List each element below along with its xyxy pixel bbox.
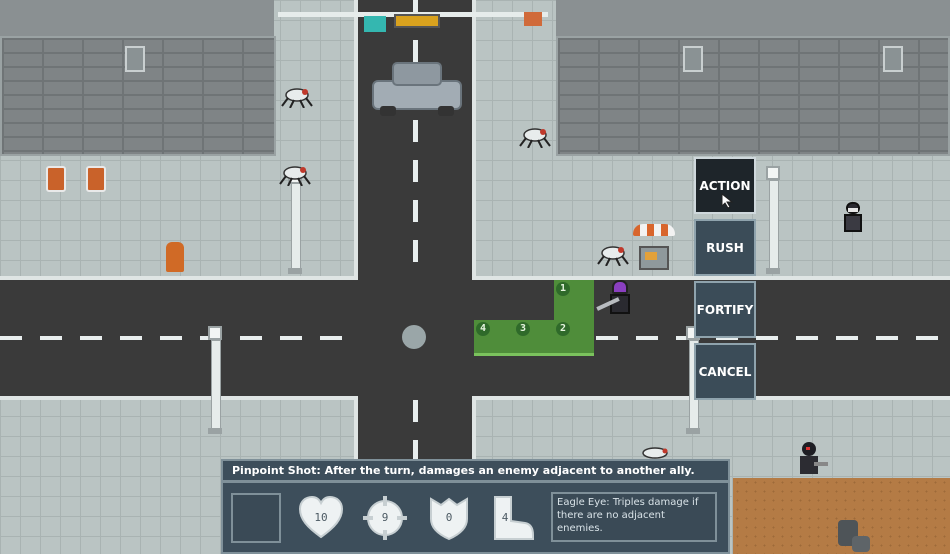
hero-sniper-unit[interactable] — [596, 278, 636, 320]
lane-marking — [0, 336, 358, 340]
fortify-button-label: FORTIFY — [696, 302, 754, 317]
armor-value: 0 — [445, 511, 453, 524]
robot-bug-enemy[interactable] — [278, 164, 312, 186]
trash-can — [46, 166, 66, 192]
hanging-cloth-icon — [524, 12, 542, 26]
unit-portrait-slot[interactable] — [231, 493, 281, 543]
movement-tile-number[interactable]: 4 — [476, 322, 490, 336]
street-lamp — [769, 180, 779, 272]
street-lamp — [766, 268, 780, 274]
wall-vent — [125, 46, 145, 72]
street-lamp — [686, 428, 700, 434]
movement-tile[interactable] — [474, 320, 594, 356]
street-lamp — [288, 268, 302, 274]
street-lamp — [766, 166, 780, 180]
ability-description-bar: Pinpoint Shot: After the turn, damages a… — [221, 459, 730, 482]
accuracy-stat: 9 — [361, 493, 409, 543]
curb — [354, 0, 358, 280]
robot-bug-enemy[interactable] — [280, 86, 314, 108]
street-lamp — [208, 428, 222, 434]
food-cart — [633, 224, 675, 276]
movement-range[interactable]: 1 2 3 4 — [474, 280, 594, 356]
hanging-shirt-icon — [364, 16, 386, 32]
mouse-cursor-icon — [721, 193, 734, 209]
movement-tile-number[interactable]: 2 — [556, 322, 570, 336]
rush-button-label: RUSH — [706, 240, 744, 255]
manhole-icon — [402, 325, 426, 349]
street-lamp — [208, 326, 222, 340]
wall-vent — [883, 46, 903, 72]
movement-tile-number[interactable]: 1 — [556, 282, 570, 296]
lane-marking — [413, 0, 418, 280]
curb — [0, 276, 358, 280]
action-button-label: ACTION — [699, 178, 751, 193]
fire-hydrant-icon — [166, 242, 184, 272]
parked-car — [372, 62, 462, 117]
passive-text: Eagle Eye: Triples damage if there are n… — [557, 497, 699, 534]
cancel-button[interactable]: CANCEL — [694, 343, 756, 400]
tire-pile-icon — [852, 536, 870, 552]
ally-unit[interactable] — [796, 440, 828, 476]
trash-can — [86, 166, 106, 192]
robot-bug-enemy[interactable] — [596, 244, 630, 266]
ally-unit[interactable] — [838, 200, 866, 236]
traffic-light-icon — [394, 14, 440, 28]
cancel-button-label: CANCEL — [698, 364, 752, 379]
movement-stat: 4 — [487, 493, 535, 543]
movement-tile-number[interactable]: 3 — [516, 322, 530, 336]
street-lamp — [211, 340, 221, 430]
curb — [472, 0, 476, 280]
passive-description-box: Eagle Eye: Triples damage if there are n… — [551, 492, 717, 542]
wall-vent — [683, 46, 703, 72]
movement-value: 4 — [501, 511, 509, 524]
building-roof-right — [556, 0, 950, 38]
health-value: 10 — [314, 511, 328, 524]
armor-stat: 0 — [425, 493, 473, 543]
robot-bug-enemy[interactable] — [518, 126, 552, 148]
rush-button[interactable]: RUSH — [694, 219, 756, 276]
street-lamp — [291, 182, 301, 272]
fortify-button[interactable]: FORTIFY — [694, 281, 756, 338]
building-roof-left — [0, 0, 274, 38]
unit-stats-panel: 10 9 0 4 Eagle Eye: Triples damage if th… — [221, 481, 730, 554]
accuracy-value: 9 — [381, 511, 389, 524]
health-stat: 10 — [297, 493, 345, 543]
ability-text: Pinpoint Shot: After the turn, damages a… — [232, 464, 695, 477]
curb — [0, 396, 358, 400]
